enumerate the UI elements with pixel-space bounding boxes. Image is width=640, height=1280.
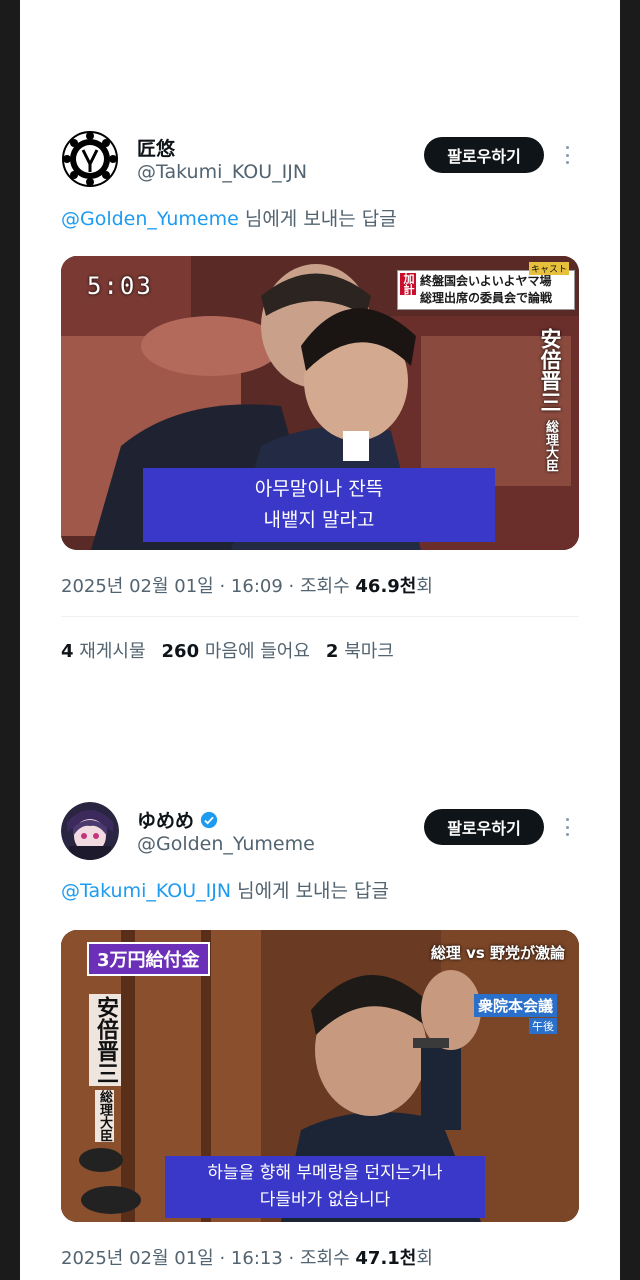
- tv-badge: 3万円給付金: [87, 942, 210, 976]
- reply-context-text: 님에게 보내는 답글: [231, 880, 390, 902]
- reposts-stat[interactable]: 4 재게시물: [61, 641, 146, 662]
- post-time[interactable]: 16:13: [231, 1248, 283, 1269]
- post-meta: 2025년 02월 01일 · 16:13 · 조회수 47.1천회: [61, 1248, 433, 1269]
- tv-top-caption: 総理 vs 野党が激論: [430, 944, 565, 962]
- author-name[interactable]: 匠悠: [137, 134, 175, 161]
- post-time[interactable]: 16:09: [231, 576, 283, 597]
- caption-title: 総理大臣: [543, 420, 558, 472]
- avatar[interactable]: [61, 802, 119, 860]
- bookmarks-stat[interactable]: 2 북마크: [326, 641, 394, 662]
- follow-button[interactable]: 팔로우하기: [424, 137, 544, 173]
- reply-context-text: 님에게 보내는 답글: [238, 208, 397, 230]
- avatar[interactable]: [61, 130, 119, 188]
- likes-stat[interactable]: 260 마음에 들어요: [162, 641, 310, 662]
- caption-name: 安倍晋三: [538, 328, 562, 412]
- video-subtitle: 하늘을 향해 부메랑을 던지는거나 다들바가 없습니다: [165, 1156, 485, 1218]
- view-count: 46.9천: [355, 576, 417, 597]
- reply-context: @Takumi_KOU_IJN 님에게 보내는 답글: [61, 876, 389, 903]
- more-icon[interactable]: [556, 814, 578, 840]
- reply-mention-link[interactable]: @Golden_Yumeme: [61, 208, 239, 230]
- tv-side-small: 午後: [529, 1018, 557, 1034]
- post-meta: 2025년 02월 01일 · 16:09 · 조회수 46.9천회: [61, 576, 433, 597]
- video-subtitle: 아무말이나 잔뜩 내뱉지 말라고: [143, 468, 495, 542]
- post-media-image[interactable]: 5:03 加計 終盤国会いよいよヤマ場 総理出席の委員会で論戦 キャスト 安倍晋…: [61, 256, 579, 550]
- verified-badge-icon: [200, 811, 218, 828]
- post-stats: 4 재게시물 260 마음에 들어요 2 북마크: [61, 637, 394, 663]
- tv-side-caption: 衆院本会議: [473, 994, 557, 1017]
- follow-button[interactable]: 팔로우하기: [424, 809, 544, 845]
- video-timestamp: 5:03: [87, 272, 153, 300]
- reply-context: @Golden_Yumeme 님에게 보내는 답글: [61, 204, 397, 231]
- divider: [61, 616, 579, 617]
- reply-mention-link[interactable]: @Takumi_KOU_IJN: [61, 880, 231, 902]
- post-media-image[interactable]: 3万円給付金 総理 vs 野党が激論 衆院本会議 午後 安倍晋三 総理大臣 하늘…: [61, 930, 579, 1222]
- caption-title: 総理大臣: [95, 1090, 114, 1142]
- more-icon[interactable]: [556, 142, 578, 168]
- caption-name: 安倍晋三: [89, 994, 121, 1086]
- author-handle[interactable]: @Golden_Yumeme: [137, 833, 315, 855]
- screenshot-sheet: 匠悠 @Takumi_KOU_IJN 팔로우하기 @Golden_Yumeme …: [20, 0, 620, 1280]
- author-handle[interactable]: @Takumi_KOU_IJN: [137, 161, 307, 183]
- post-date[interactable]: 2025년 02월 01일: [61, 1248, 214, 1269]
- view-count: 47.1천: [355, 1248, 417, 1269]
- tv-headline-banner: 加計 終盤国会いよいよヤマ場 総理出席の委員会で論戦: [397, 270, 575, 310]
- author-name[interactable]: ゆめめ: [137, 806, 218, 833]
- post-date[interactable]: 2025년 02월 01일: [61, 576, 214, 597]
- tv-tag: キャスト: [529, 262, 570, 275]
